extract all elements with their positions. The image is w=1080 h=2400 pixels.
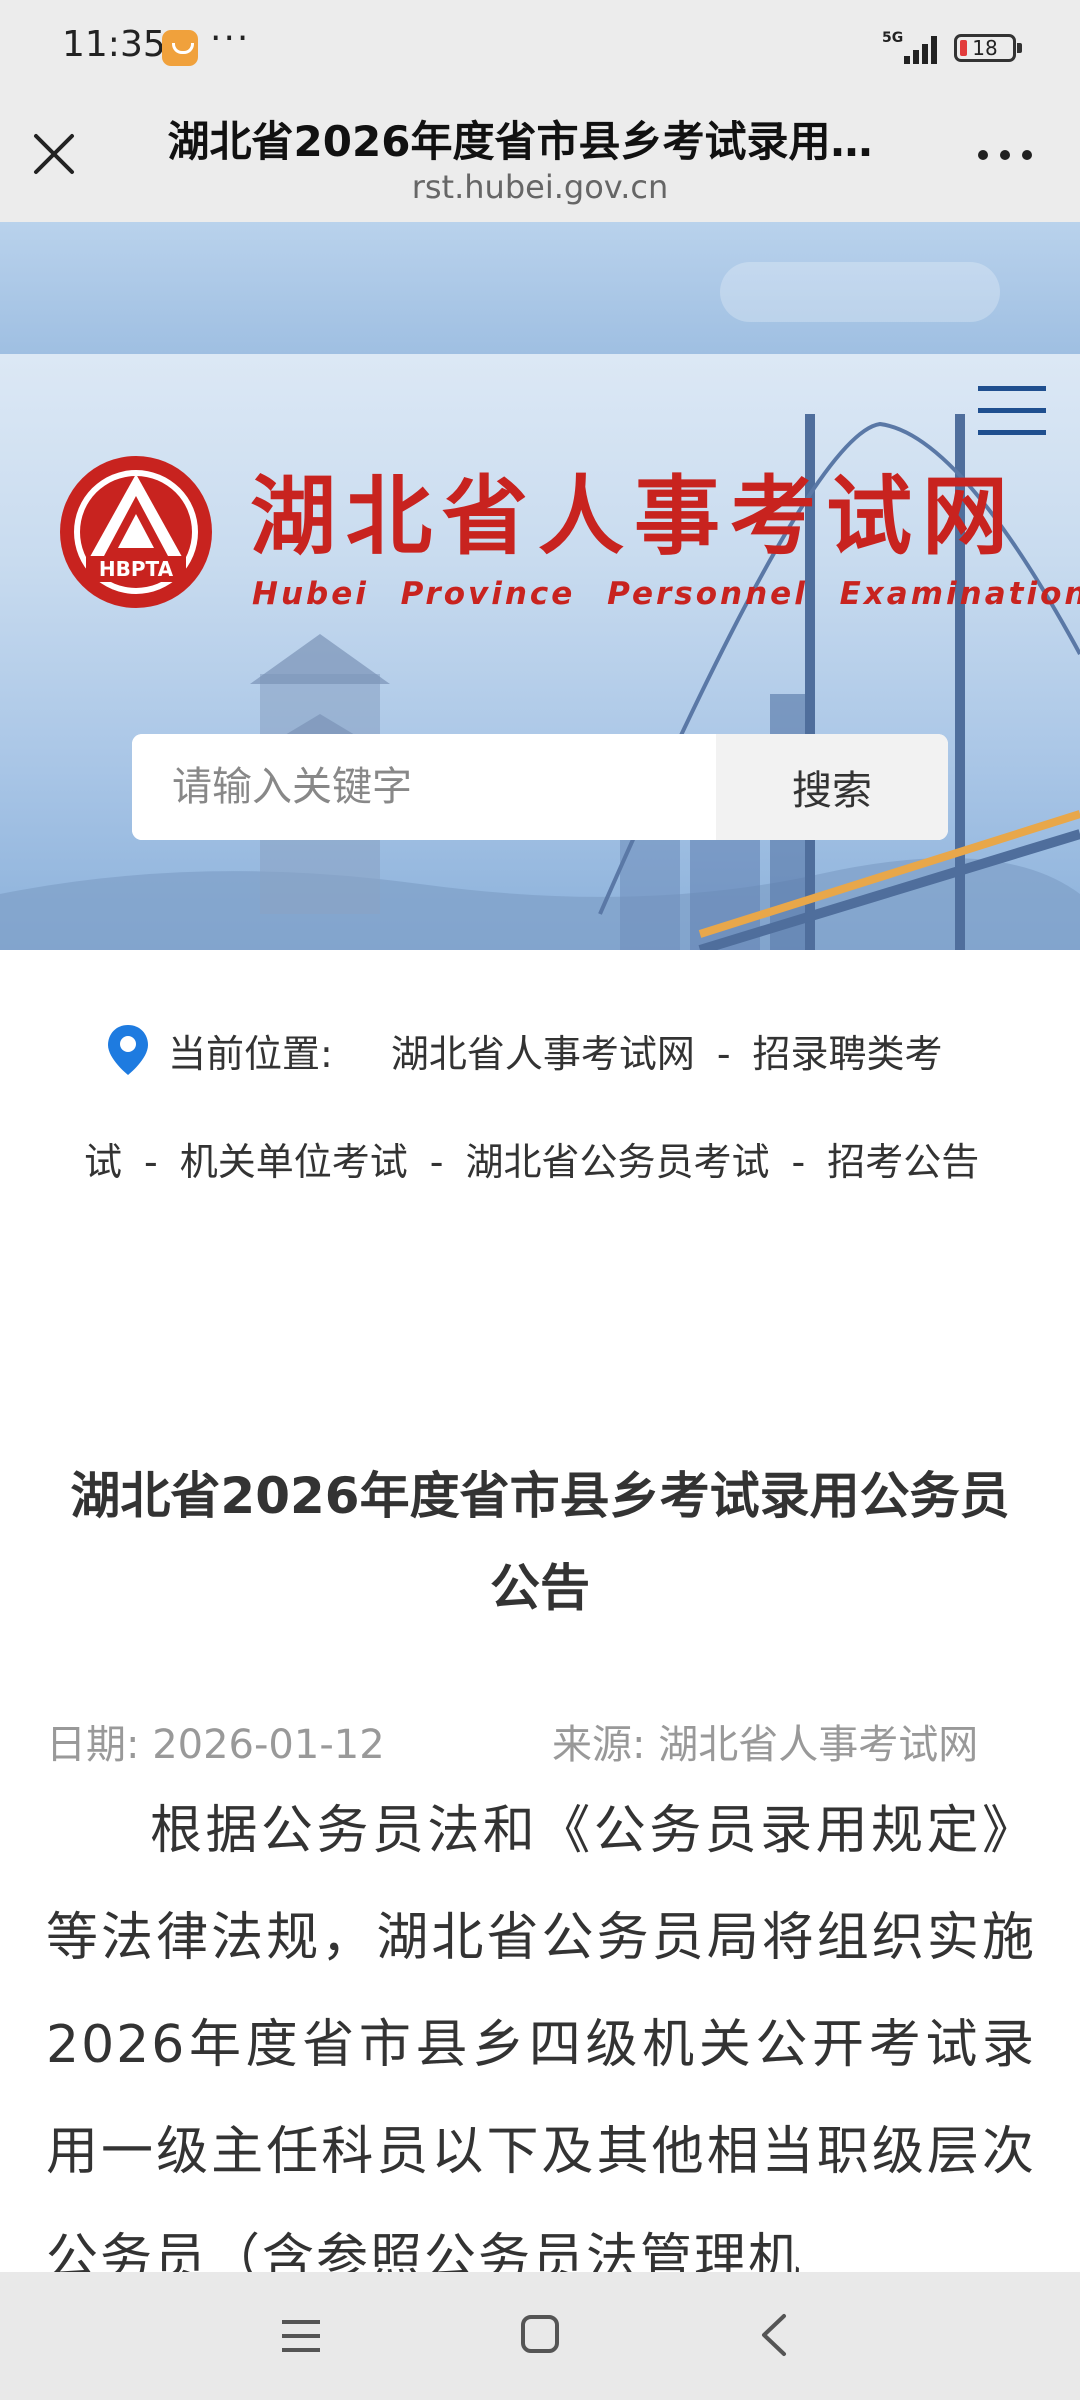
signal-icon: 5G (882, 30, 937, 64)
breadcrumb-item-announcements[interactable]: 招考公告 (827, 1140, 979, 1184)
recent-apps-icon[interactable] (280, 2316, 324, 2356)
menu-icon[interactable] (978, 384, 1046, 436)
logo-emblem-text: HBPTA (99, 557, 174, 581)
search-input[interactable] (132, 734, 716, 840)
breadcrumb-separator: - (716, 1032, 731, 1076)
battery-icon: 18 (954, 34, 1022, 62)
breadcrumb-separator: - (144, 1140, 158, 1184)
browser-title-bar: 湖北省2026年度省市县乡考试录用… rst.hubei.gov.cn (0, 100, 1080, 222)
back-icon[interactable] (758, 2312, 788, 2358)
page-title: 湖北省2026年度省市县乡考试录用… (167, 117, 873, 166)
article-title: 湖北省2026年度省市县乡考试录用公务员公告 (70, 1467, 1010, 1617)
breadcrumb-item-civil-servant-exam[interactable]: 湖北省公务员考试 (465, 1140, 769, 1184)
breadcrumb-item-agency-exams[interactable]: 机关单位考试 (180, 1140, 408, 1184)
system-navigation-bar (0, 2272, 1080, 2400)
more-notifications-icon: ··· (210, 18, 251, 59)
top-banner (0, 222, 1080, 354)
site-name: 湖北省人事考试网 (250, 466, 1018, 567)
site-header: HBPTA 湖北省人事考试网 Hubei Province Personnel … (0, 354, 1080, 950)
article-date: 日期: 2026-01-12 (46, 1722, 385, 1768)
breadcrumb-item-home[interactable]: 湖北省人事考试网 (391, 1032, 695, 1076)
home-icon[interactable] (520, 2314, 560, 2354)
status-bar: 11:35 ··· 5G 18 (0, 0, 1080, 100)
location-pin-icon (108, 1025, 148, 1075)
svg-text:5G: 5G (882, 30, 903, 46)
article-source: 来源: 湖北省人事考试网 (552, 1722, 979, 1768)
page-url: rst.hubei.gov.cn (411, 168, 669, 206)
breadcrumb: 当前位置: 湖北省人事考试网 - 招录聘类考试 - 机关单位考试 - 湖北省公务员考试 - 招考公… (84, 1000, 984, 1216)
site-name-english: Hubei Province Personnel Examination (252, 576, 1080, 612)
breadcrumb-separator: - (429, 1140, 444, 1184)
search-box: 搜索 (132, 734, 948, 840)
search-button[interactable]: 搜索 (716, 734, 948, 840)
logo-emblem-icon: HBPTA (60, 456, 212, 608)
close-icon[interactable] (30, 130, 78, 178)
article-body: 根据公务员法和《公务员录用规定》等法律法规，湖北省公务员局将组织实施2026年度… (46, 1801, 1036, 2289)
breadcrumb-label: 当前位置: (168, 1032, 333, 1076)
more-options-icon[interactable] (975, 145, 1035, 165)
status-time: 11:35 (62, 24, 166, 65)
breadcrumb-separator: - (791, 1140, 806, 1184)
app-notification-icon (162, 30, 198, 66)
header-background-image (0, 414, 1080, 950)
